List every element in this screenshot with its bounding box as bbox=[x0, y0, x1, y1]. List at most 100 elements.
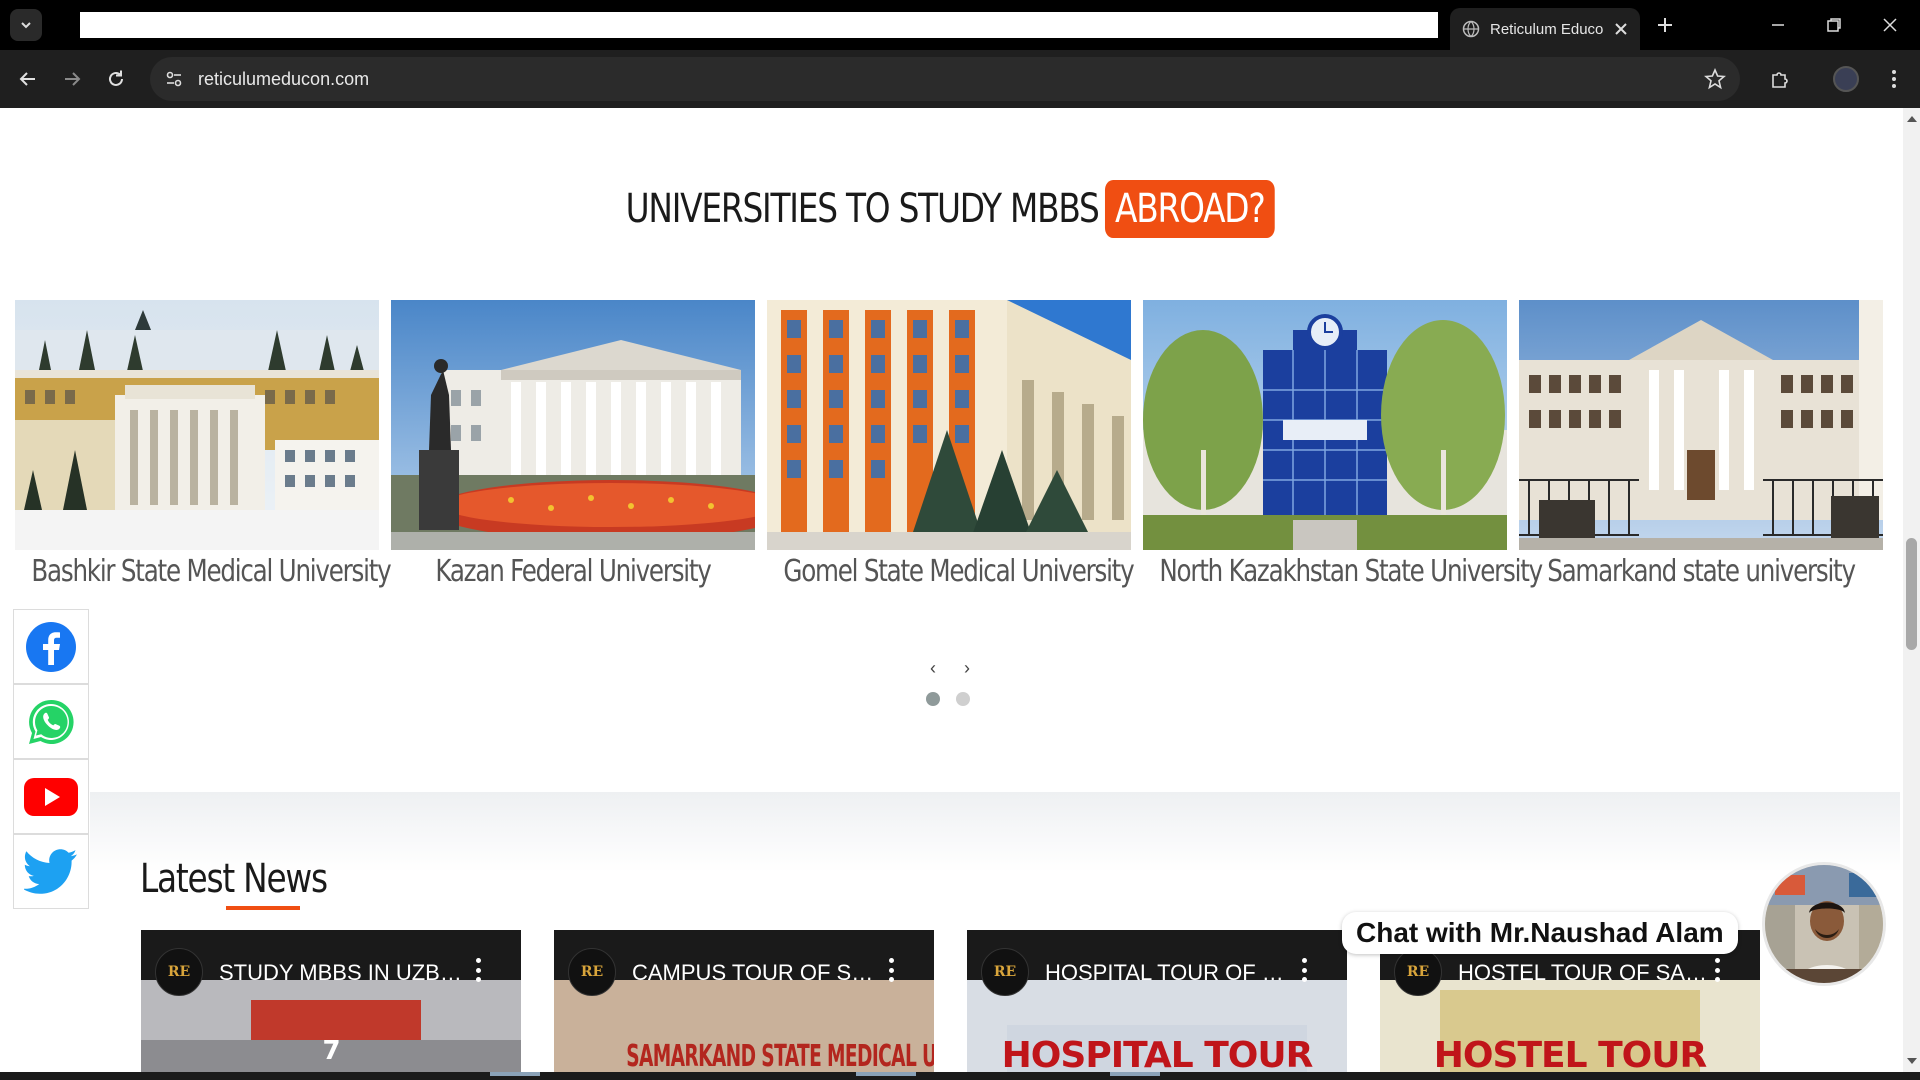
reload-button[interactable] bbox=[100, 63, 132, 95]
chat-label[interactable]: Chat with Mr.Naushad Alam bbox=[1342, 912, 1738, 954]
chevron-down-icon bbox=[21, 22, 31, 29]
reload-icon bbox=[109, 70, 123, 86]
restore-button[interactable] bbox=[1806, 0, 1862, 50]
globe-icon bbox=[1462, 20, 1480, 38]
channel-logo: RE bbox=[981, 948, 1029, 996]
university-name: Samarkand state university bbox=[1547, 554, 1856, 589]
restore-icon bbox=[1827, 18, 1841, 32]
arrow-right-icon bbox=[65, 72, 81, 86]
university-card[interactable]: Samarkand state university bbox=[1519, 300, 1883, 610]
video-thumbnail[interactable]: RE CAMPUS TOUR OF SAMARKAND STATE MEDICA… bbox=[554, 930, 934, 1072]
tab-reticulum-educon[interactable]: Reticulum Educon bbox=[1450, 8, 1640, 50]
university-image bbox=[15, 300, 379, 550]
page-scrollbar[interactable] bbox=[1903, 108, 1920, 1072]
close-window-button[interactable] bbox=[1862, 0, 1918, 50]
video-menu-icon[interactable] bbox=[888, 958, 894, 982]
title-underline bbox=[226, 906, 300, 910]
taskbar-indicator bbox=[856, 1072, 916, 1076]
whatsapp-icon bbox=[29, 699, 74, 744]
carousel-nav: ‹ › bbox=[930, 658, 970, 679]
taskbar-indicator bbox=[490, 1072, 540, 1076]
new-tab-button[interactable] bbox=[1650, 10, 1680, 40]
heading-text: UNIVERSITIES TO STUDY MBBS bbox=[625, 186, 1100, 232]
twitter-icon bbox=[24, 848, 77, 894]
video-overlay-text: SAMARKAND STATE MEDICAL UNIVERSITY bbox=[626, 1039, 934, 1072]
university-image bbox=[767, 300, 1131, 550]
video-title: HOSTEL TOUR OF SAMARKAND bbox=[1458, 960, 1708, 985]
university-card[interactable]: Gomel State Medical University bbox=[767, 300, 1135, 610]
channel-logo: RE bbox=[568, 948, 616, 996]
scroll-down-arrow[interactable] bbox=[1907, 1058, 1917, 1064]
os-taskbar bbox=[0, 1072, 1920, 1080]
youtube-link[interactable] bbox=[13, 759, 89, 834]
puzzle-icon bbox=[1772, 72, 1788, 88]
browser-tabstrip: Reticulum Educon bbox=[0, 0, 1920, 50]
back-button[interactable] bbox=[12, 63, 44, 95]
whatsapp-link[interactable] bbox=[13, 684, 89, 759]
carousel-dot[interactable] bbox=[956, 692, 970, 706]
blank-tab-area[interactable] bbox=[80, 12, 1438, 38]
facebook-icon bbox=[26, 621, 76, 672]
url-text: reticulumeducon.com bbox=[198, 68, 370, 89]
carousel-next-button[interactable]: › bbox=[964, 658, 970, 679]
bookmark-star-icon[interactable] bbox=[1704, 68, 1726, 90]
browser-menu-button[interactable] bbox=[1878, 63, 1910, 95]
university-card[interactable]: North Kazakhstan State University bbox=[1143, 300, 1543, 610]
university-name: Bashkir State Medical University bbox=[31, 554, 391, 589]
university-name: Kazan Federal University bbox=[435, 554, 712, 589]
video-menu-icon[interactable] bbox=[1301, 958, 1307, 982]
university-name: North Kazakhstan State University bbox=[1159, 554, 1543, 589]
address-bar[interactable]: reticulumeducon.com bbox=[150, 57, 1740, 101]
extensions-button[interactable] bbox=[1764, 63, 1796, 95]
section-divider bbox=[90, 792, 1900, 872]
facebook-link[interactable] bbox=[13, 609, 89, 684]
page-viewport: UNIVERSITIES TO STUDY MBBS ABROAD? Bashk… bbox=[0, 108, 1920, 1072]
site-info-icon[interactable] bbox=[164, 69, 184, 89]
heading-highlight: ABROAD? bbox=[1105, 180, 1275, 238]
latest-news-title: Latest News bbox=[140, 856, 328, 902]
university-card[interactable]: Bashkir State Medical University bbox=[15, 300, 392, 610]
video-overlay-text: 7 bbox=[322, 1036, 340, 1066]
taskbar-indicator bbox=[1110, 1072, 1160, 1076]
university-image bbox=[391, 300, 755, 550]
close-icon bbox=[1883, 18, 1897, 32]
youtube-icon bbox=[24, 777, 78, 816]
plus-icon bbox=[1658, 18, 1672, 32]
social-sidebar bbox=[13, 609, 89, 909]
video-menu-icon[interactable] bbox=[475, 958, 481, 982]
video-thumbnail[interactable]: RE STUDY MBBS IN UZBEKISTAN 7 bbox=[141, 930, 521, 1072]
scrollbar-thumb[interactable] bbox=[1906, 538, 1917, 650]
university-name: Gomel State Medical University bbox=[783, 554, 1134, 589]
profile-button[interactable] bbox=[1830, 63, 1862, 95]
universities-heading: UNIVERSITIES TO STUDY MBBS ABROAD? bbox=[171, 180, 1729, 238]
university-image bbox=[1519, 300, 1883, 550]
video-thumbnail[interactable]: RE HOSPITAL TOUR OF SAMARKAND HOSPITAL T… bbox=[967, 930, 1347, 1072]
video-title: STUDY MBBS IN UZBEKISTAN bbox=[219, 960, 469, 985]
video-overlay-text: HOSPITAL TOUR bbox=[1001, 1035, 1314, 1072]
tab-search-button[interactable] bbox=[10, 9, 42, 41]
browser-toolbar: reticulumeducon.com bbox=[0, 50, 1920, 108]
universities-carousel: Bashkir State Medical University Kazan F… bbox=[15, 300, 1885, 610]
avatar bbox=[1833, 66, 1859, 92]
carousel-dots bbox=[926, 692, 970, 706]
channel-logo: RE bbox=[1394, 948, 1442, 996]
video-title: CAMPUS TOUR OF SAMARKAND STATE MEDICAL U… bbox=[632, 960, 882, 985]
arrow-left-icon bbox=[19, 72, 35, 86]
close-tab-icon[interactable] bbox=[1614, 22, 1628, 36]
scroll-up-arrow[interactable] bbox=[1907, 116, 1917, 122]
university-image bbox=[1143, 300, 1507, 550]
university-card[interactable]: Kazan Federal University bbox=[391, 300, 755, 610]
channel-logo: RE bbox=[155, 948, 203, 996]
chat-avatar-button[interactable] bbox=[1762, 862, 1886, 986]
tab-title: Reticulum Educon bbox=[1490, 20, 1604, 38]
carousel-prev-button[interactable]: ‹ bbox=[930, 658, 936, 679]
minimize-button[interactable] bbox=[1750, 0, 1806, 50]
video-menu-icon[interactable] bbox=[1714, 958, 1720, 982]
minimize-icon bbox=[1772, 24, 1784, 26]
carousel-dot-active[interactable] bbox=[926, 692, 940, 706]
video-overlay-text: HOSTEL TOUR bbox=[1433, 1035, 1707, 1072]
twitter-link[interactable] bbox=[13, 834, 89, 909]
kebab-menu-icon bbox=[1892, 70, 1896, 88]
video-title: HOSPITAL TOUR OF SAMARKAND bbox=[1045, 960, 1295, 985]
forward-button[interactable] bbox=[56, 63, 88, 95]
